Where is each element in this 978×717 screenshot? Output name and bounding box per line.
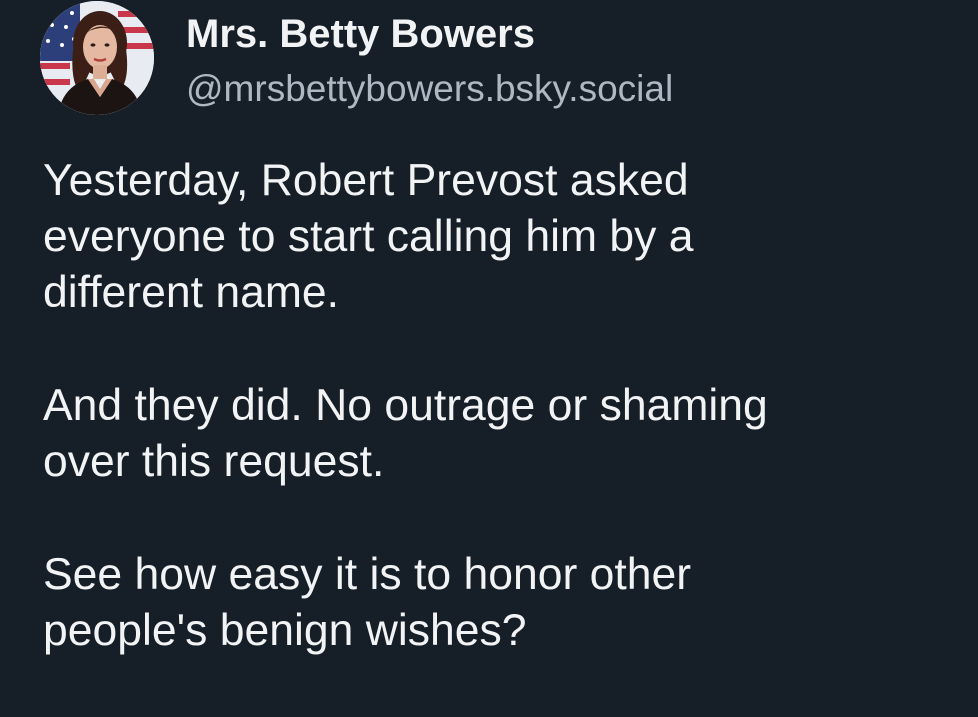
post-paragraph: Yesterday, Robert Prevost asked everyone… xyxy=(43,153,963,321)
avatar-photo-icon xyxy=(40,1,154,115)
post-paragraph: And they did. No outrage or shaming over… xyxy=(43,378,963,490)
author-avatar[interactable] xyxy=(40,1,154,115)
post-text-line: different name. xyxy=(43,268,340,317)
post-text: Yesterday, Robert Prevost asked everyone… xyxy=(43,153,963,659)
author-handle[interactable]: @mrsbettybowers.bsky.social xyxy=(186,67,673,111)
post-text-line: over this request. xyxy=(43,437,385,486)
post-text-line: See how easy it is to honor other xyxy=(43,550,692,599)
post-text-line: people's benign wishes? xyxy=(43,606,527,655)
post-paragraph: See how easy it is to honor other people… xyxy=(43,547,963,659)
post-text-line: everyone to start calling him by a xyxy=(43,212,694,261)
post-text-line: Yesterday, Robert Prevost asked xyxy=(43,156,689,205)
post-text-line: And they did. No outrage or shaming xyxy=(43,381,768,430)
author-display-name[interactable]: Mrs. Betty Bowers xyxy=(186,10,535,58)
social-post: Mrs. Betty Bowers @mrsbettybowers.bsky.s… xyxy=(0,0,978,717)
